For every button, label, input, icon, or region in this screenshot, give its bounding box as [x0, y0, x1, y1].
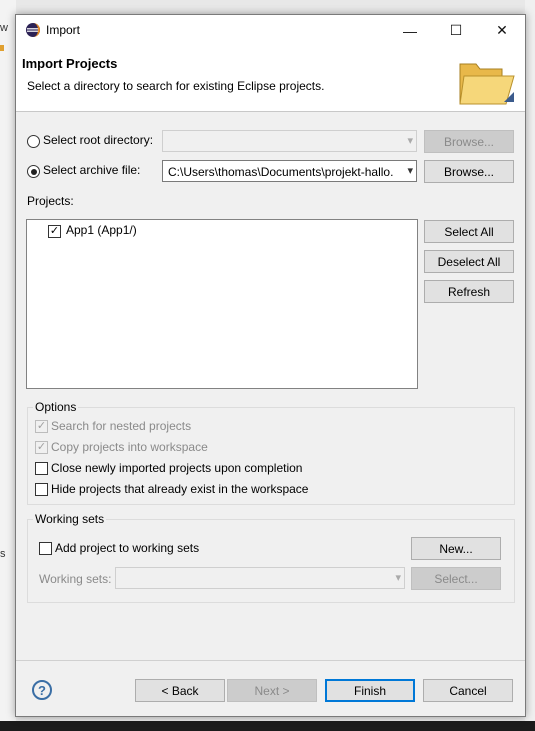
copy-projects-checkbox[interactable]: ✓ — [35, 441, 48, 454]
close-button[interactable]: ✕ — [479, 15, 525, 46]
page-description: Select a directory to search for existin… — [27, 79, 325, 93]
open-folder-icon — [459, 63, 515, 105]
title-bar[interactable]: Import — ☐ ✕ — [16, 15, 525, 46]
archive-file-value: C:\Users\thomas\Documents\projekt-hallo. — [168, 165, 394, 179]
back-button[interactable]: < Back — [135, 679, 225, 702]
working-sets-combo[interactable]: ▾ — [115, 567, 405, 589]
background-text: w — [0, 22, 8, 34]
background-ide-strip: w s — [0, 0, 16, 731]
window-title: Import — [46, 23, 81, 37]
working-sets-group — [27, 519, 515, 603]
taskbar — [0, 721, 535, 731]
eclipse-icon — [26, 23, 40, 37]
copy-projects-label: Copy projects into workspace — [51, 440, 208, 454]
background-ide-strip-right — [525, 0, 535, 731]
chevron-down-icon: ▾ — [407, 165, 413, 177]
project-checkbox[interactable]: ✓ — [48, 225, 61, 238]
project-item-label: App1 (App1/) — [66, 223, 137, 237]
background-marker — [0, 45, 4, 51]
refresh-button[interactable]: Refresh — [424, 280, 514, 303]
cancel-button[interactable]: Cancel — [423, 679, 513, 702]
archive-file-label: Select archive file: — [43, 163, 141, 177]
select-all-button[interactable]: Select All — [424, 220, 514, 243]
nested-projects-checkbox[interactable]: ✓ — [35, 420, 48, 433]
footer-separator — [16, 660, 525, 661]
close-imported-label: Close newly imported projects upon compl… — [51, 461, 303, 475]
hide-existing-label: Hide projects that already exist in the … — [51, 482, 309, 496]
archive-file-combo[interactable]: C:\Users\thomas\Documents\projekt-hallo.… — [162, 160, 417, 182]
maximize-button[interactable]: ☐ — [433, 15, 479, 46]
projects-list[interactable]: ✓ App1 (App1/) — [26, 219, 418, 389]
root-browse-button[interactable]: Browse... — [424, 130, 514, 153]
projects-label: Projects: — [27, 194, 74, 208]
new-working-set-button[interactable]: New... — [411, 537, 501, 560]
add-to-working-sets-checkbox[interactable] — [39, 542, 52, 555]
close-imported-checkbox[interactable] — [35, 462, 48, 475]
add-to-working-sets-label: Add project to working sets — [55, 541, 200, 555]
root-directory-combo[interactable]: ▾ — [162, 130, 417, 152]
page-title: Import Projects — [22, 56, 118, 71]
help-icon[interactable]: ? — [32, 680, 52, 700]
minimize-button[interactable]: — — [387, 15, 433, 46]
finish-button[interactable]: Finish — [325, 679, 415, 702]
select-working-sets-button[interactable]: Select... — [411, 567, 501, 590]
background-text: s — [0, 548, 6, 560]
working-sets-title: Working sets — [33, 512, 107, 526]
archive-browse-button[interactable]: Browse... — [424, 160, 514, 183]
root-directory-label: Select root directory: — [43, 133, 154, 147]
root-directory-radio[interactable] — [27, 135, 40, 148]
options-title: Options — [33, 400, 79, 414]
wizard-header: Import Projects Select a directory to se… — [16, 46, 525, 112]
next-button[interactable]: Next > — [227, 679, 317, 702]
archive-file-radio[interactable] — [27, 165, 40, 178]
hide-existing-checkbox[interactable] — [35, 483, 48, 496]
nested-projects-label: Search for nested projects — [51, 419, 192, 433]
chevron-down-icon: ▾ — [407, 135, 413, 147]
import-dialog: Import — ☐ ✕ Import Projects Select a di… — [15, 14, 526, 717]
chevron-down-icon: ▾ — [395, 572, 401, 584]
deselect-all-button[interactable]: Deselect All — [424, 250, 514, 273]
working-sets-label: Working sets: — [39, 572, 112, 586]
